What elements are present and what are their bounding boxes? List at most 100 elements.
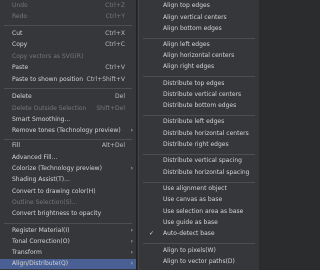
- menu-item-convert-brightness-to-opacity[interactable]: Convert brightness to opacity: [0, 209, 136, 219]
- menu-item-label: Use canvas as base: [163, 196, 223, 203]
- menu-item-smart-smoothing[interactable]: Smart Smoothing...: [0, 115, 136, 125]
- menu-item-use-canvas-as-base[interactable]: Use canvas as base: [139, 195, 259, 205]
- menu-separator: [4, 25, 132, 26]
- menu-separator: [4, 88, 132, 89]
- menu-item-label: Align to pixels(W): [163, 247, 216, 254]
- menu-item-undo[interactable]: Undo Ctrl+Z: [0, 1, 136, 11]
- menu-item-shortcut: Shift+Del: [96, 105, 125, 112]
- menu-item-label: Align/Distribute(Q): [12, 260, 69, 267]
- menu-item-align-to-vector-paths[interactable]: Align to vector paths(D): [139, 257, 259, 267]
- menu-item-label: Undo: [12, 2, 28, 9]
- menu-item-auto-detect-base[interactable]: ✓ Auto-detect base: [139, 229, 259, 239]
- menu-item-distribute-right-edges[interactable]: Distribute right edges: [139, 140, 259, 150]
- menu-separator: [143, 76, 255, 77]
- menu-item-label: Distribute left edges: [163, 118, 225, 125]
- menu-item-label: Use guide as base: [163, 219, 218, 226]
- menu-item-paste[interactable]: Paste Ctrl+V: [0, 63, 136, 73]
- menu-item-label: Align top edges: [163, 2, 210, 9]
- menu-item-label: Paste to shown position: [12, 76, 84, 83]
- menu-item-label: Register Material(I): [12, 227, 70, 234]
- menu-item-distribute-top-edges[interactable]: Distribute top edges: [139, 79, 259, 89]
- menu-item-align-distribute[interactable]: Align/Distribute(Q) ›: [0, 259, 136, 269]
- menu-item-label: Delete Outside Selection: [12, 105, 87, 112]
- menu-item-distribute-bottom-edges[interactable]: Distribute bottom edges: [139, 101, 259, 111]
- menu-item-align-left-edges[interactable]: Align left edges: [139, 40, 259, 50]
- menu-item-label: Paste: [12, 64, 29, 71]
- menu-item-distribute-left-edges[interactable]: Distribute left edges: [139, 117, 259, 127]
- menu-item-shortcut: Ctrl+V: [105, 64, 125, 71]
- menu-item-label: Advanced Fill...: [12, 154, 58, 161]
- menu-item-redo[interactable]: Redo Ctrl+Y: [0, 12, 136, 22]
- submenu-arrow-icon: ›: [130, 260, 133, 267]
- menu-item-shortcut: Ctrl+C: [105, 41, 125, 48]
- menu-item-transform[interactable]: Transform ›: [0, 248, 136, 258]
- menu-separator: [143, 154, 255, 155]
- menu-item-label: Use alignment object: [163, 185, 227, 192]
- align-distribute-submenu: Align top edges Align vertical centers A…: [138, 0, 259, 270]
- menu-item-shortcut: Ctrl+Z: [105, 2, 125, 9]
- submenu-arrow-icon: ›: [130, 127, 133, 134]
- menu-item-label: Distribute horizontal spacing: [163, 169, 250, 176]
- menu-item-delete-outside-selection[interactable]: Delete Outside Selection Shift+Del: [0, 104, 136, 114]
- menu-separator: [143, 115, 255, 116]
- menu-item-align-top-edges[interactable]: Align top edges: [139, 1, 259, 11]
- menu-item-label: Fill: [12, 142, 21, 149]
- menu-item-label: Distribute vertical centers: [163, 91, 242, 98]
- menu-separator: [4, 139, 132, 140]
- menu-item-shortcut: Ctrl+Shift+V: [86, 76, 125, 83]
- menu-separator: [143, 243, 255, 244]
- menu-separator: [4, 223, 132, 224]
- menu-item-distribute-horizontal-spacing[interactable]: Distribute horizontal spacing: [139, 168, 259, 178]
- menu-item-outline-selection[interactable]: Outline Selection(S)...: [0, 198, 136, 208]
- menu-item-align-to-pixels[interactable]: Align to pixels(W): [139, 246, 259, 256]
- menu-item-label: Distribute vertical spacing: [163, 157, 242, 164]
- submenu-arrow-icon: ›: [130, 249, 133, 256]
- menu-item-advanced-fill[interactable]: Advanced Fill...: [0, 153, 136, 163]
- menu-item-fill[interactable]: Fill Alt+Del: [0, 141, 136, 151]
- menu-item-distribute-vertical-spacing[interactable]: Distribute vertical spacing: [139, 156, 259, 166]
- menu-item-use-alignment-object[interactable]: Use alignment object: [139, 184, 259, 194]
- menu-item-use-selection-area-as-base[interactable]: Use selection area as base: [139, 207, 259, 217]
- menu-item-label: Distribute right edges: [163, 141, 229, 148]
- menu-item-label: Convert brightness to opacity: [12, 210, 102, 217]
- menu-item-copy-vectors-as-svg[interactable]: Copy vectors as SVG(R): [0, 52, 136, 62]
- menu-item-delete[interactable]: Delete Del: [0, 92, 136, 102]
- menu-item-align-bottom-edges[interactable]: Align bottom edges: [139, 24, 259, 34]
- menu-item-colorize[interactable]: Colorize (Technology preview) ›: [0, 164, 136, 174]
- menu-item-label: Distribute horizontal centers: [163, 130, 249, 137]
- menu-item-cut[interactable]: Cut Ctrl+X: [0, 29, 136, 39]
- menu-item-label: Delete: [12, 93, 32, 100]
- menu-item-convert-to-drawing-color[interactable]: Convert to drawing color(H): [0, 187, 136, 197]
- submenu-arrow-icon: ›: [130, 227, 133, 234]
- menu-item-label: Copy vectors as SVG(R): [12, 53, 84, 60]
- menu-item-label: Align vertical centers: [163, 14, 227, 21]
- submenu-arrow-icon: ›: [130, 238, 133, 245]
- menu-item-paste-to-shown-position[interactable]: Paste to shown position Ctrl+Shift+V: [0, 75, 136, 85]
- menu-item-remove-tones[interactable]: Remove tones (Technology preview) ›: [0, 126, 136, 136]
- menu-item-shading-assist[interactable]: Shading Assist(T)...: [0, 175, 136, 185]
- menu-item-label: Tonal Correction(O): [12, 238, 70, 245]
- menu-item-align-vertical-centers[interactable]: Align vertical centers: [139, 13, 259, 23]
- menu-item-label: Align to vector paths(D): [163, 258, 235, 265]
- menu-item-label: Distribute bottom edges: [163, 102, 237, 109]
- menu-item-distribute-horizontal-centers[interactable]: Distribute horizontal centers: [139, 129, 259, 139]
- menu-item-shortcut: Alt+Del: [101, 142, 125, 149]
- menu-item-copy[interactable]: Copy Ctrl+C: [0, 40, 136, 50]
- edit-menu: Undo Ctrl+Z Redo Ctrl+Y Cut Ctrl+X Copy …: [0, 0, 137, 270]
- checkmark-icon: ✓: [149, 230, 155, 237]
- menu-item-label: Distribute top edges: [163, 80, 225, 87]
- menu-item-distribute-vertical-centers[interactable]: Distribute vertical centers: [139, 90, 259, 100]
- submenu-arrow-icon: ›: [130, 165, 133, 172]
- menu-item-register-material[interactable]: Register Material(I) ›: [0, 226, 136, 236]
- menu-item-align-right-edges[interactable]: Align right edges: [139, 62, 259, 72]
- menu-item-tonal-correction[interactable]: Tonal Correction(O) ›: [0, 237, 136, 247]
- menu-item-shortcut: Del: [115, 93, 125, 100]
- menu-item-label: Align left edges: [163, 41, 210, 48]
- menu-item-label: Remove tones (Technology preview): [12, 127, 121, 134]
- menu-item-label: Outline Selection(S)...: [12, 199, 78, 206]
- menu-item-label: Align right edges: [163, 63, 215, 70]
- menu-item-use-guide-as-base[interactable]: Use guide as base: [139, 218, 259, 228]
- menu-item-label: Use selection area as base: [163, 208, 244, 215]
- menu-item-align-horizontal-centers[interactable]: Align horizontal centers: [139, 51, 259, 61]
- menu-item-label: Transform: [12, 249, 42, 256]
